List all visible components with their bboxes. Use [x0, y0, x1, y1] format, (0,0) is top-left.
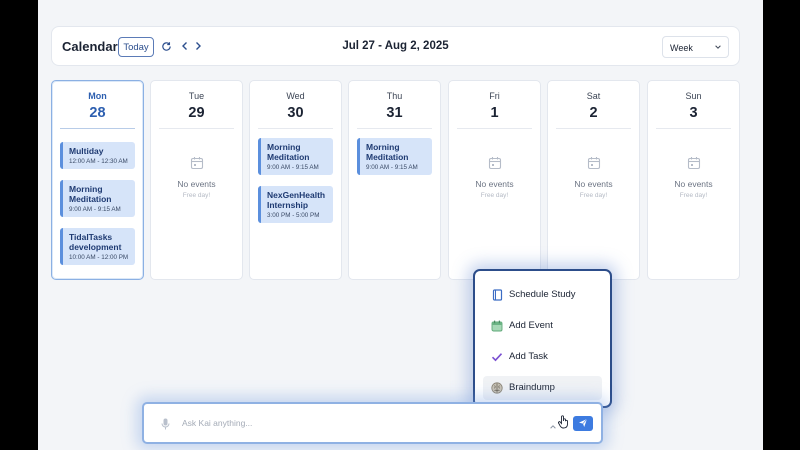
menu-item-add-event[interactable]: Add Event: [483, 314, 602, 338]
send-icon: [578, 415, 588, 433]
microphone-icon[interactable]: [161, 417, 170, 435]
pointer-cursor-icon: [558, 415, 569, 434]
event-title: Morning Meditation: [69, 184, 112, 204]
day-name: Tue: [188, 91, 205, 101]
event-title: Morning Meditation: [366, 142, 409, 162]
day-name: Mon: [88, 91, 107, 101]
empty-state-text: No events: [177, 179, 216, 189]
event-title: NexGenHealth Internship: [267, 190, 326, 210]
view-select[interactable]: Week: [662, 36, 729, 58]
event-time: 9:00 AM - 9:15 AM: [69, 206, 121, 213]
divider: [357, 128, 432, 129]
day-column-sat[interactable]: Sat 2 No events Free day!: [547, 80, 640, 280]
event-title: Morning Meditation: [267, 142, 310, 162]
event-time: 12:00 AM - 12:30 AM: [69, 158, 128, 165]
menu-item-schedule-study[interactable]: Schedule Study: [483, 283, 602, 307]
day-number: 28: [89, 105, 106, 121]
event-time: 3:00 PM - 5:00 PM: [267, 212, 320, 219]
day-name: Fri: [489, 91, 500, 101]
day-name: Thu: [386, 91, 403, 101]
event-title: Multiday: [69, 146, 104, 156]
event-card[interactable]: Morning Meditation 9:00 AM - 9:15 AM: [60, 180, 135, 217]
checkmark-icon: [490, 350, 504, 364]
day-column-tue[interactable]: Tue 29 No events Free day!: [150, 80, 243, 280]
divider: [556, 128, 631, 129]
day-column-thu[interactable]: Thu 31 Morning Meditation 9:00 AM - 9:15…: [348, 80, 441, 280]
event-time: 10:00 AM - 12:00 PM: [69, 254, 129, 261]
empty-state-subtext: Free day!: [182, 192, 211, 199]
quick-add-menu: Schedule Study Add Event Add Task Braind…: [473, 269, 612, 408]
menu-item-braindump[interactable]: Braindump: [483, 376, 602, 400]
day-column-wed[interactable]: Wed 30 Morning Meditation 9:00 AM - 9:15…: [249, 80, 342, 280]
day-column-mon[interactable]: Mon 28 Multiday 12:00 AM - 12:30 AM Morn…: [51, 80, 144, 280]
calendar-header: Calendar Today Jul 27 - Aug 2, 2025 Week: [51, 26, 740, 66]
event-card[interactable]: Morning Meditation 9:00 AM - 9:15 AM: [258, 138, 333, 175]
event-time: 9:00 AM - 9:15 AM: [267, 164, 319, 171]
empty-state-text: No events: [475, 179, 514, 189]
page-title: Calendar: [62, 39, 118, 54]
chevron-left-icon[interactable]: [178, 39, 192, 53]
chevron-down-icon: [714, 43, 722, 53]
divider: [60, 128, 135, 129]
empty-state-subtext: Free day!: [579, 192, 608, 199]
day-number: 1: [490, 105, 499, 121]
send-button[interactable]: [573, 416, 593, 431]
menu-item-add-task[interactable]: Add Task: [483, 345, 602, 369]
book-icon: [490, 288, 504, 302]
event-card[interactable]: NexGenHealth Internship 3:00 PM - 5:00 P…: [258, 186, 333, 223]
calendar-icon: [488, 157, 501, 170]
empty-state-text: No events: [674, 179, 713, 189]
ask-input[interactable]: [182, 414, 512, 432]
event-time: 9:00 AM - 9:15 AM: [366, 164, 418, 171]
event-title: TidalTasks development: [69, 232, 122, 252]
event-card[interactable]: Morning Meditation 9:00 AM - 9:15 AM: [357, 138, 432, 175]
calendar-icon: [190, 157, 203, 170]
day-number: 31: [386, 105, 403, 121]
empty-state-text: No events: [574, 179, 613, 189]
day-number: 30: [287, 105, 304, 121]
menu-item-label: Schedule Study: [509, 289, 576, 300]
day-number: 2: [589, 105, 598, 121]
empty-state-subtext: Free day!: [679, 192, 708, 199]
menu-item-label: Add Task: [509, 351, 548, 362]
day-name: Wed: [286, 91, 305, 101]
calendar-icon: [587, 157, 600, 170]
ask-bar: [142, 402, 603, 444]
calendar-icon: [687, 157, 700, 170]
day-name: Sun: [685, 91, 702, 101]
today-button[interactable]: Today: [118, 37, 154, 57]
day-column-sun[interactable]: Sun 3 No events Free day!: [647, 80, 740, 280]
day-number: 3: [689, 105, 698, 121]
view-select-value: Week: [670, 43, 693, 53]
divider: [656, 128, 731, 129]
brain-icon: [490, 381, 504, 395]
menu-item-label: Add Event: [509, 320, 553, 331]
calendar-add-icon: [490, 319, 504, 333]
menu-item-label: Braindump: [509, 382, 555, 393]
empty-state-subtext: Free day!: [480, 192, 509, 199]
day-name: Sat: [586, 91, 601, 101]
event-card[interactable]: TidalTasks development 10:00 AM - 12:00 …: [60, 228, 135, 265]
chevron-up-icon[interactable]: [549, 418, 557, 436]
divider: [258, 128, 333, 129]
refresh-icon[interactable]: [159, 39, 173, 53]
day-column-fri[interactable]: Fri 1 No events Free day!: [448, 80, 541, 280]
date-range: Jul 27 - Aug 2, 2025: [342, 40, 449, 52]
day-number: 29: [188, 105, 205, 121]
calendar-app: Calendar Today Jul 27 - Aug 2, 2025 Week…: [38, 0, 763, 450]
divider: [159, 128, 234, 129]
divider: [457, 128, 532, 129]
event-card[interactable]: Multiday 12:00 AM - 12:30 AM: [60, 142, 135, 169]
chevron-right-icon[interactable]: [191, 39, 205, 53]
